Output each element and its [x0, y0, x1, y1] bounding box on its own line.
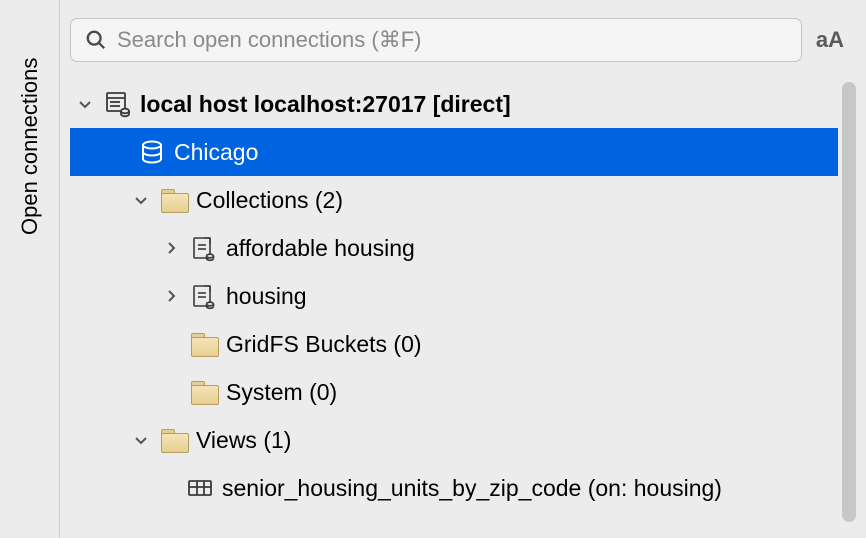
folder-icon	[190, 330, 218, 358]
database-label: Chicago	[174, 139, 258, 166]
system-label: System (0)	[226, 379, 337, 406]
tree-node-database[interactable]: Chicago	[70, 128, 838, 176]
collection-label: affordable housing	[226, 235, 415, 262]
collections-label: Collections (2)	[196, 187, 343, 214]
view-icon	[186, 474, 214, 502]
chevron-down-icon[interactable]	[100, 141, 130, 163]
sidebar-tab[interactable]: Open connections	[0, 0, 60, 538]
connections-tree: local host localhost:27017 [direct] Chic…	[70, 80, 858, 512]
main-panel: aA local h	[60, 0, 866, 538]
gridfs-label: GridFS Buckets (0)	[226, 331, 422, 358]
views-label: Views (1)	[196, 427, 291, 454]
tree-node-gridfs[interactable]: GridFS Buckets (0)	[70, 320, 834, 368]
chevron-down-icon[interactable]	[74, 93, 96, 115]
tree-node-connection[interactable]: local host localhost:27017 [direct]	[70, 80, 834, 128]
folder-icon	[160, 186, 188, 214]
tree-node-collections[interactable]: Collections (2)	[70, 176, 834, 224]
collection-label: housing	[226, 283, 307, 310]
tree-node-system[interactable]: System (0)	[70, 368, 834, 416]
server-icon	[104, 90, 132, 118]
chevron-right-icon[interactable]	[160, 237, 182, 259]
folder-icon	[160, 426, 188, 454]
case-toggle-button[interactable]: aA	[810, 23, 850, 57]
search-row: aA	[70, 18, 850, 62]
chevron-down-icon[interactable]	[130, 189, 152, 211]
tree-area: local host localhost:27017 [direct] Chic…	[70, 80, 858, 538]
folder-icon	[190, 378, 218, 406]
search-box[interactable]	[70, 18, 802, 62]
view-label: senior_housing_units_by_zip_code (on: ho…	[222, 475, 722, 502]
sidebar-tab-label: Open connections	[17, 25, 43, 235]
collection-icon	[190, 282, 218, 310]
collection-icon	[190, 234, 218, 262]
connection-label: local host localhost:27017 [direct]	[140, 91, 511, 118]
tree-node-views[interactable]: Views (1)	[70, 416, 834, 464]
chevron-down-icon[interactable]	[130, 429, 152, 451]
search-input[interactable]	[117, 27, 787, 53]
tree-node-collection[interactable]: affordable housing	[70, 224, 834, 272]
search-icon	[85, 29, 107, 51]
tree-node-view[interactable]: senior_housing_units_by_zip_code (on: ho…	[70, 464, 834, 512]
scrollbar[interactable]	[842, 82, 856, 522]
database-icon	[138, 138, 166, 166]
tree-node-collection[interactable]: housing	[70, 272, 834, 320]
chevron-right-icon[interactable]	[160, 285, 182, 307]
